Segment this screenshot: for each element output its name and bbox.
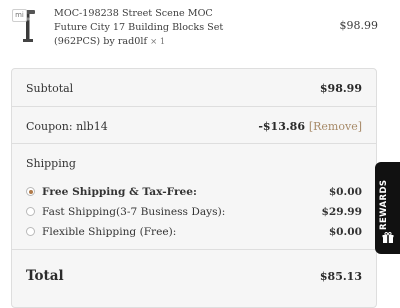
coupon-amount: -$13.86 [Remove] <box>258 120 362 133</box>
subtotal-row: Subtotal $98.99 <box>26 82 362 95</box>
shipping-option-price: $0.00 <box>328 226 362 238</box>
product-badge: mi <box>12 9 27 22</box>
coupon-label: Coupon: nlb14 <box>26 120 108 133</box>
gift-icon <box>382 232 394 243</box>
shipping-option-label: Free Shipping & Tax-Free: <box>42 186 197 198</box>
subtotal-label: Subtotal <box>26 82 74 95</box>
cart-product-row: mi MOC-198238 Street Scene MOC Future Ci… <box>0 0 400 60</box>
product-quantity: × 1 <box>150 37 166 47</box>
total-row: Total $85.13 <box>26 268 362 284</box>
shipping-option-flexible[interactable]: Flexible Shipping (Free): $0.00 <box>26 226 362 240</box>
coupon-row: Coupon: nlb14 -$13.86 [Remove] <box>26 120 362 133</box>
order-summary: Subtotal $98.99 Coupon: nlb14 -$13.86 [R… <box>11 68 377 308</box>
remove-coupon-link[interactable]: [Remove] <box>309 120 362 133</box>
coupon-value: -$13.86 <box>258 120 305 133</box>
total-label: Total <box>26 268 64 284</box>
shipping-heading: Shipping <box>26 157 76 170</box>
divider <box>12 143 376 144</box>
rewards-tab[interactable]: REWARDS <box>375 162 400 254</box>
shipping-option-price: $0.00 <box>328 186 362 198</box>
radio-button[interactable] <box>26 187 35 196</box>
product-title-text: MOC-198238 Street Scene MOC Future City … <box>54 8 224 47</box>
product-price: $98.99 <box>339 19 379 32</box>
divider <box>12 106 376 107</box>
shipping-option-free[interactable]: Free Shipping & Tax-Free: $0.00 <box>26 186 362 200</box>
divider <box>12 249 376 250</box>
radio-button[interactable] <box>26 207 35 216</box>
total-value: $85.13 <box>319 270 362 283</box>
shipping-option-label: Fast Shipping(3-7 Business Days): <box>42 206 226 218</box>
radio-button[interactable] <box>26 227 35 236</box>
subtotal-value: $98.99 <box>319 82 362 95</box>
shipping-option-fast[interactable]: Fast Shipping(3-7 Business Days): $29.99 <box>26 206 362 220</box>
product-title[interactable]: MOC-198238 Street Scene MOC Future City … <box>54 7 244 49</box>
shipping-option-label: Flexible Shipping (Free): <box>42 226 177 238</box>
rewards-label: REWARDS <box>379 179 389 230</box>
shipping-option-price: $29.99 <box>321 206 362 218</box>
